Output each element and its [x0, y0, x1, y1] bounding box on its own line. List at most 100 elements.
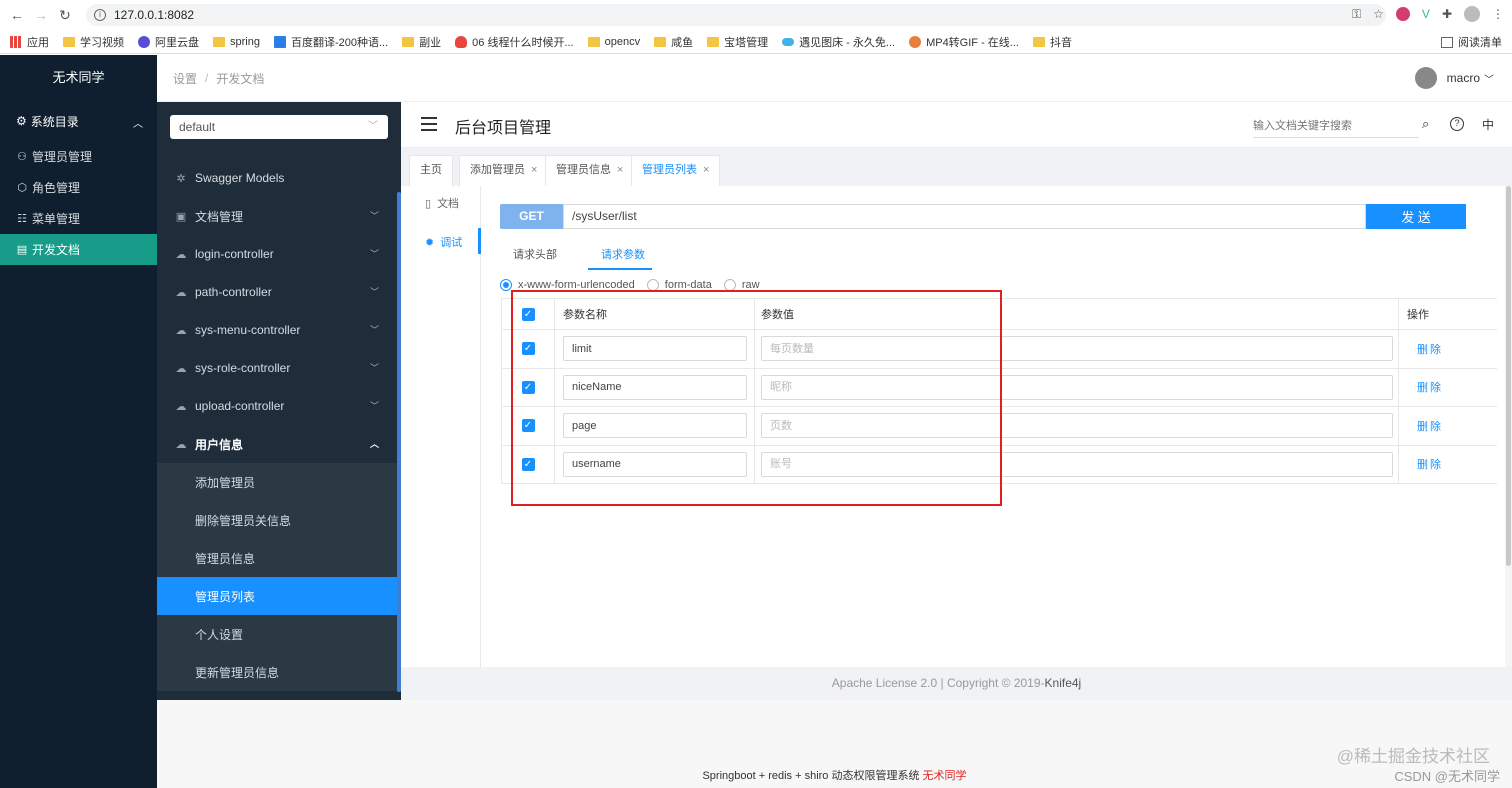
tab-admin-info[interactable]: 管理员信息 ×	[545, 155, 635, 186]
swagger-subitem[interactable]: 更新管理员信息	[157, 653, 397, 691]
delete-link[interactable]: 删除	[1417, 379, 1443, 395]
radio-form-data[interactable]	[646, 279, 659, 291]
column-header-op: 操作	[1407, 309, 1429, 321]
breadcrumb-settings[interactable]: 设置	[173, 70, 197, 87]
bookmark-item[interactable]: 遇见图床 - 永久免...	[782, 34, 895, 50]
param-value-input[interactable]	[761, 451, 1393, 477]
swagger-item-user-info[interactable]: ☁ 用户信息 ︿	[157, 425, 397, 463]
link-icon	[782, 37, 795, 46]
bookmark-item[interactable]: spring	[213, 36, 260, 48]
sidebar-item-role[interactable]: ⬡ 角色管理	[0, 172, 157, 203]
swagger-item-controller[interactable]: ☁ login-controller ﹀	[157, 235, 397, 273]
menu-group-system[interactable]: ⚙ 系统目录 ︿	[0, 101, 157, 141]
request-url[interactable]: /sysUser/list	[563, 204, 1366, 229]
delete-link[interactable]: 删除	[1417, 418, 1443, 434]
footer-author[interactable]: 无术同学	[923, 770, 967, 782]
group-select[interactable]: default ﹀	[170, 115, 388, 139]
swagger-subitem-active[interactable]: 管理员列表	[157, 577, 397, 615]
radio-urlencoded[interactable]	[500, 279, 512, 291]
menu-fold-icon[interactable]	[421, 117, 437, 131]
param-value-input[interactable]	[761, 374, 1393, 400]
bookmark-item[interactable]: 百度翻译-200种语...	[273, 34, 388, 50]
close-icon[interactable]: ×	[703, 164, 709, 176]
param-value-input[interactable]	[761, 336, 1393, 362]
puzzle-icon[interactable]: ✚	[1442, 7, 1452, 21]
swagger-subitem[interactable]: 添加管理员	[157, 463, 397, 501]
sidebar-item-admin[interactable]: ⚇ 管理员管理	[0, 141, 157, 172]
row-checkbox[interactable]: ✓	[521, 380, 535, 394]
param-name-input[interactable]	[563, 451, 747, 477]
bookmark-item[interactable]: 06 线程什么时候开...	[455, 34, 574, 50]
chevron-down-icon: ﹀	[369, 401, 379, 411]
profile-icon[interactable]	[1464, 6, 1480, 22]
vue-extension-icon[interactable]: V	[1422, 7, 1430, 21]
sidebar-item-menu[interactable]: ☷ 菜单管理	[0, 203, 157, 234]
swagger-submenu: 添加管理员 删除管理员关信息 管理员信息 管理员列表 个人设置 更新管理员信息	[157, 463, 397, 691]
bookmark-item[interactable]: 宝塔管理	[707, 34, 768, 50]
reading-list[interactable]: 阅读清单	[1441, 34, 1502, 50]
swagger-subitem[interactable]: 删除管理员关信息	[157, 501, 397, 539]
row-checkbox[interactable]: ✓	[521, 457, 535, 471]
close-icon[interactable]: ×	[617, 164, 623, 176]
info-icon[interactable]: i	[94, 9, 106, 21]
tab-home[interactable]: 主页	[409, 155, 453, 186]
help-icon[interactable]: ?	[1450, 117, 1464, 131]
bookmark-apps[interactable]: 应用	[10, 34, 49, 50]
swagger-item-controller[interactable]: ☁ sys-role-controller ﹀	[157, 349, 397, 387]
delete-link[interactable]: 删除	[1417, 456, 1443, 472]
param-name-input[interactable]	[563, 413, 747, 439]
content-scrollbar[interactable]	[1505, 186, 1512, 667]
swagger-item-controller[interactable]: ☁ upload-controller ﹀	[157, 387, 397, 425]
language-toggle[interactable]: 中	[1482, 116, 1494, 133]
swagger-item-doc-manage[interactable]: ▣ 文档管理 ﹀	[157, 197, 397, 235]
swagger-subitem[interactable]: 个人设置	[157, 615, 397, 653]
select-all-checkbox[interactable]: ✓	[521, 307, 535, 321]
folder-icon	[1032, 36, 1045, 47]
search-input[interactable]	[1253, 116, 1419, 136]
tab-add-admin[interactable]: 添加管理员 ×	[459, 155, 549, 186]
side-tab-doc[interactable]: ▯ 文档	[425, 195, 459, 211]
bookmarks-bar: 应用 学习视频 阿里云盘 spring 百度翻译-200种语... 副业 06 …	[0, 30, 1512, 54]
forward-icon[interactable]: →	[34, 8, 48, 22]
close-icon[interactable]: ×	[531, 164, 537, 176]
key-icon[interactable]: ⚿	[1352, 7, 1361, 22]
param-name-input[interactable]	[563, 374, 747, 400]
radio-raw[interactable]	[723, 279, 736, 291]
swagger-item-controller[interactable]: ☁ path-controller ﹀	[157, 273, 397, 311]
user-menu[interactable]: macro ﹀	[1414, 67, 1494, 89]
bookmark-item[interactable]: 抖音	[1032, 34, 1072, 50]
send-button[interactable]: 发 送	[1366, 204, 1466, 229]
reload-icon[interactable]: ↻	[58, 8, 72, 22]
scrollbar-thumb[interactable]	[1506, 186, 1511, 566]
delete-link[interactable]: 删除	[1417, 341, 1443, 357]
bookmark-item[interactable]: MP4转GIF - 在线...	[909, 34, 1019, 50]
back-icon[interactable]: ←	[10, 8, 24, 22]
page-footer: Springboot + redis + shiro 动态权限管理系统 无术同学	[157, 700, 1512, 788]
tab-admin-list[interactable]: 管理员列表 ×	[631, 155, 721, 186]
bookmark-item[interactable]: 阿里云盘	[138, 34, 199, 50]
folder-icon	[402, 36, 415, 47]
swagger-subitem[interactable]: 管理员信息	[157, 539, 397, 577]
sidebar-item-docs[interactable]: ▤ 开发文档	[0, 234, 157, 265]
chevron-down-icon: ﹀	[1484, 74, 1494, 86]
chevron-up-icon: ︿	[133, 119, 143, 130]
bookmark-item[interactable]: 副业	[402, 34, 441, 50]
swagger-item-models[interactable]: ✲ Swagger Models	[157, 159, 397, 197]
side-tab-debug[interactable]: ✹ 调试	[425, 234, 462, 250]
address-bar[interactable]: i 127.0.0.1:8082	[86, 4, 1386, 26]
row-checkbox[interactable]: ✓	[521, 342, 535, 356]
bookmark-item[interactable]: 咸鱼	[654, 34, 693, 50]
extension-badge-icon[interactable]	[1395, 7, 1410, 21]
param-name-input[interactable]	[563, 336, 747, 362]
tab-request-params[interactable]: 请求参数	[601, 246, 645, 262]
star-icon[interactable]: ☆	[1373, 7, 1384, 21]
bookmark-item[interactable]: 学习视频	[63, 34, 124, 50]
cloud-icon: ☁	[175, 325, 187, 337]
swagger-item-controller[interactable]: ☁ sys-menu-controller ﹀	[157, 311, 397, 349]
param-value-input[interactable]	[761, 413, 1393, 439]
bookmark-item[interactable]: opencv	[587, 36, 640, 48]
tab-request-headers[interactable]: 请求头部	[513, 246, 557, 262]
row-checkbox[interactable]: ✓	[521, 419, 535, 433]
search-icon[interactable]: ⌕	[1422, 116, 1429, 132]
more-icon[interactable]: ⋮	[1492, 7, 1504, 21]
